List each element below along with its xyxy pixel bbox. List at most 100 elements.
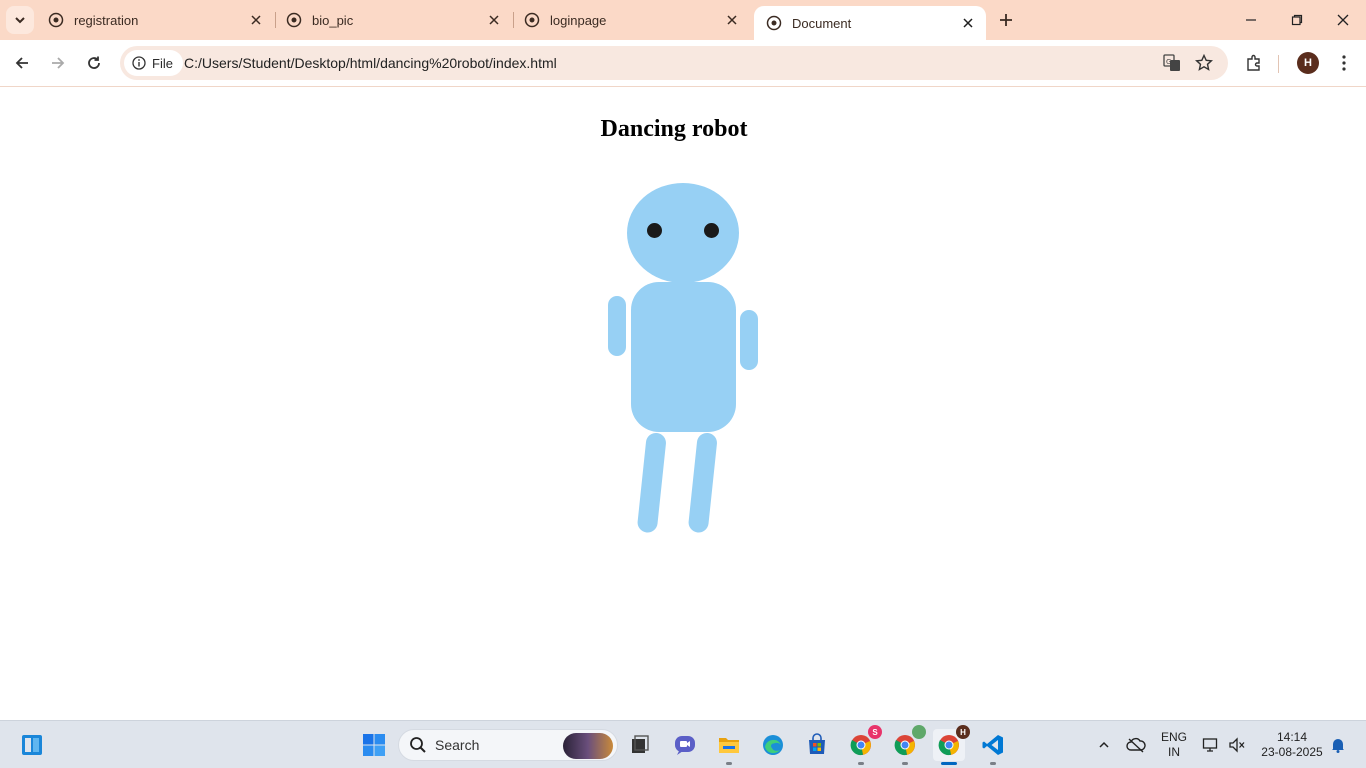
network-button[interactable] xyxy=(1200,721,1222,768)
teams-chat-button[interactable] xyxy=(669,729,701,761)
chrome-profile-2-button[interactable] xyxy=(889,725,926,765)
browser-menu-button[interactable] xyxy=(1330,49,1358,77)
globe-icon xyxy=(766,15,782,31)
chrome-profile-h-button[interactable]: H xyxy=(933,725,970,765)
tab-bio-pic[interactable]: bio_pic xyxy=(274,0,512,40)
tab-loginpage[interactable]: loginpage xyxy=(512,0,750,40)
site-chip-label: File xyxy=(152,55,173,71)
profile-badge: S xyxy=(868,725,882,739)
volume-button[interactable] xyxy=(1226,721,1248,768)
svg-text:G: G xyxy=(1166,58,1171,66)
restore-icon xyxy=(1291,14,1303,26)
robot-left-eye xyxy=(647,223,662,238)
extensions-button[interactable] xyxy=(1240,49,1268,77)
show-hidden-icons-button[interactable] xyxy=(1092,721,1116,768)
tab-search-button[interactable] xyxy=(6,6,34,34)
profile-badge-image xyxy=(912,725,926,739)
translate-icon: G xyxy=(1163,54,1180,71)
tab-title: registration xyxy=(74,12,139,28)
windows-start-icon xyxy=(363,734,385,756)
robot-left-leg xyxy=(636,431,667,534)
minimize-icon xyxy=(1246,19,1256,21)
bookmark-button[interactable] xyxy=(1192,51,1216,75)
address-bar[interactable]: File C:/Users/Student/Desktop/html/danci… xyxy=(120,46,1228,80)
back-button[interactable] xyxy=(7,48,37,78)
running-indicator xyxy=(858,762,864,765)
notifications-button[interactable] xyxy=(1328,721,1348,768)
close-window-button[interactable] xyxy=(1320,0,1366,40)
file-explorer-button[interactable] xyxy=(713,729,745,765)
close-tab-icon[interactable] xyxy=(722,10,742,30)
robot-right-arm xyxy=(740,310,758,370)
close-tab-icon[interactable] xyxy=(484,10,504,30)
widgets-button[interactable] xyxy=(16,729,48,761)
onedrive-button[interactable] xyxy=(1124,721,1148,768)
profile-badge: H xyxy=(956,725,970,739)
globe-icon xyxy=(286,12,302,28)
task-view-icon xyxy=(632,735,649,753)
star-icon xyxy=(1195,54,1213,71)
robot-right-leg xyxy=(687,431,718,534)
edge-button[interactable] xyxy=(757,729,789,761)
reload-icon xyxy=(88,56,100,69)
clock-time: 14:14 xyxy=(1276,730,1308,744)
tab-title: Document xyxy=(792,15,852,31)
clock-date: 23-08-2025 xyxy=(1261,745,1323,759)
new-tab-button[interactable] xyxy=(992,6,1020,34)
running-indicator xyxy=(941,762,957,765)
profile-button[interactable]: H xyxy=(1294,49,1322,77)
more-vertical-icon xyxy=(1342,55,1346,71)
avatar: H xyxy=(1297,52,1319,74)
url-text[interactable]: C:/Users/Student/Desktop/html/dancing%20… xyxy=(184,55,557,71)
language-indicator[interactable]: ENG IN xyxy=(1156,721,1192,768)
tab-strip: registration bio_pic loginpage Document xyxy=(0,0,1366,40)
speaker-muted-icon xyxy=(1229,737,1245,753)
vscode-button[interactable] xyxy=(977,729,1009,765)
translate-button[interactable]: G xyxy=(1160,51,1184,75)
reload-button[interactable] xyxy=(79,48,109,78)
cloud-off-icon xyxy=(1126,737,1146,753)
close-tab-icon[interactable] xyxy=(958,13,978,33)
tab-registration[interactable]: registration xyxy=(36,0,274,40)
robot-head xyxy=(627,183,739,283)
minimize-button[interactable] xyxy=(1228,0,1274,40)
monitor-network-icon xyxy=(1202,738,1218,752)
globe-icon xyxy=(524,12,540,28)
running-indicator xyxy=(726,762,732,765)
tab-document[interactable]: Document xyxy=(754,6,986,40)
plus-icon xyxy=(1000,14,1012,26)
page-viewport: Dancing robot xyxy=(0,88,1366,720)
taskbar: Search S H ENG IN 14:14 23-08-2025 xyxy=(0,720,1366,768)
forward-button[interactable] xyxy=(43,48,73,78)
microsoft-store-icon xyxy=(809,733,825,754)
arrow-left-icon xyxy=(15,57,28,69)
file-explorer-icon xyxy=(719,738,739,753)
arrow-right-icon xyxy=(52,57,65,69)
chevron-up-icon xyxy=(1099,741,1109,748)
close-tab-icon[interactable] xyxy=(246,10,266,30)
robot-right-eye xyxy=(704,223,719,238)
close-icon xyxy=(1337,14,1349,26)
chrome-profile-s-button[interactable]: S xyxy=(845,725,882,765)
start-button[interactable] xyxy=(358,729,390,761)
site-info-chip[interactable]: File xyxy=(124,50,183,76)
browser-toolbar: File C:/Users/Student/Desktop/html/danci… xyxy=(0,40,1366,87)
language-code: ENG xyxy=(1160,730,1187,744)
puzzle-piece-icon xyxy=(1247,54,1260,71)
clock[interactable]: 14:14 23-08-2025 xyxy=(1256,721,1328,768)
language-region: IN xyxy=(1168,745,1180,759)
search-icon xyxy=(410,737,426,753)
page-heading: Dancing robot xyxy=(600,116,748,142)
search-highlight-image xyxy=(563,733,613,759)
edge-icon xyxy=(763,735,783,755)
tab-title: loginpage xyxy=(550,12,607,28)
restore-button[interactable] xyxy=(1274,0,1320,40)
tab-title: bio_pic xyxy=(312,12,354,28)
chevron-down-icon xyxy=(15,17,25,24)
running-indicator xyxy=(902,762,908,765)
task-view-button[interactable] xyxy=(624,729,656,761)
vscode-icon xyxy=(982,735,1003,755)
taskbar-search-box[interactable]: Search xyxy=(398,729,618,761)
microsoft-store-button[interactable] xyxy=(801,729,833,761)
teams-chat-icon xyxy=(675,736,695,755)
